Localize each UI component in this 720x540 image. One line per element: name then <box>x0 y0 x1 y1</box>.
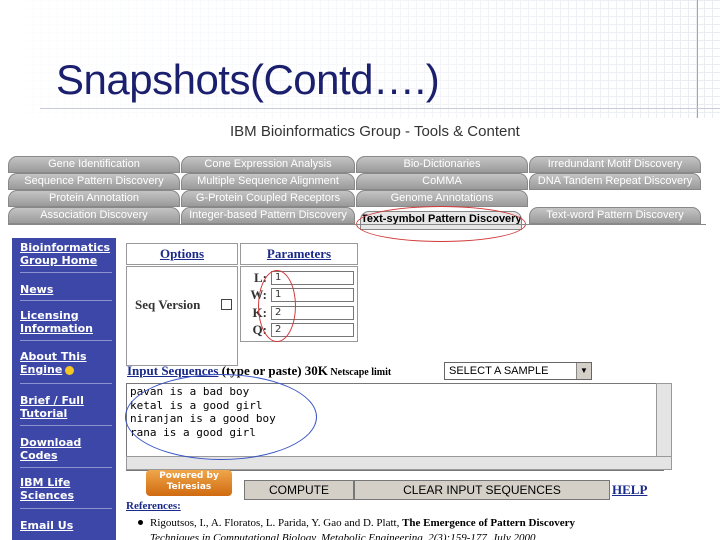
sidebar-item-bioinformatics-home[interactable]: Bioinformatics Group Home <box>20 241 114 267</box>
sidebar-divider <box>20 340 112 341</box>
tab-text-word-pattern-discovery[interactable]: Text-word Pattern Discovery <box>529 207 701 224</box>
tab-cone-expression-analysis[interactable]: Cone Expression Analysis <box>181 156 355 173</box>
sidebar-divider <box>20 300 112 301</box>
tab-bar-divider <box>8 224 706 225</box>
tab-sequence-pattern-discovery[interactable]: Sequence Pattern Discovery <box>8 173 180 190</box>
sample-select[interactable]: SELECT A SAMPLE ▼ <box>444 362 592 380</box>
sidebar-divider <box>20 508 112 509</box>
lamp-icon <box>65 365 75 375</box>
sample-select-value: SELECT A SAMPLE <box>449 365 549 377</box>
chevron-down-icon[interactable]: ▼ <box>576 363 591 379</box>
page-header: IBM Bioinformatics Group - Tools & Conte… <box>230 123 520 140</box>
sidebar-divider <box>20 383 112 384</box>
tab-g-protein-coupled-receptors[interactable]: G-Protein Coupled Receptors <box>181 190 355 207</box>
seq-version-label: Seq Version <box>135 297 201 312</box>
sidebar-item-about-engine[interactable]: About This Engine <box>20 350 100 376</box>
tab-association-discovery[interactable]: Association Discovery <box>8 207 180 224</box>
slide-title: Snapshots(Contd….) <box>56 56 440 103</box>
sequences-highlight-circle <box>125 374 317 460</box>
parameters-highlight-circle <box>258 270 296 342</box>
tab-comma[interactable]: CoMMA <box>356 173 528 190</box>
sidebar-divider <box>20 425 112 426</box>
reference-authors: Rigoutsos, I., A. Floratos, L. Parida, Y… <box>150 517 400 529</box>
slide-corner-line <box>697 0 698 118</box>
sidebar-divider <box>20 467 112 468</box>
netscape-limit-note: Netscape limit <box>327 367 392 378</box>
tab-irredundant-motif-discovery[interactable]: Irredundant Motif Discovery <box>529 156 701 173</box>
reference-line2: Techniques in Computational Biology, Met… <box>150 532 536 540</box>
tab-integer-based-pattern-discovery[interactable]: Integer-based Pattern Discovery <box>181 207 355 224</box>
help-link[interactable]: HELP <box>612 482 647 498</box>
seq-version-checkbox[interactable] <box>221 299 232 310</box>
sidebar-item-download-codes[interactable]: Download Codes <box>20 436 90 462</box>
sidebar-item-tutorial[interactable]: Brief / Full Tutorial <box>20 394 90 420</box>
sidebar-item-licensing[interactable]: Licensing Information <box>20 309 100 335</box>
tab-dna-tandem-repeat-discovery[interactable]: DNA Tandem Repeat Discovery <box>529 173 701 190</box>
sidebar: Bioinformatics Group Home News Licensing… <box>12 238 116 540</box>
sidebar-item-news[interactable]: News <box>20 283 53 296</box>
slide-title-underline <box>40 108 720 109</box>
tab-bio-dictionaries[interactable]: Bio-Dictionaries <box>356 156 528 173</box>
tab-protein-annotation[interactable]: Protein Annotation <box>8 190 180 207</box>
references-label: References: <box>126 500 181 512</box>
parameters-header: Parameters <box>240 243 358 265</box>
reference-title: The Emergence of Pattern Discovery <box>402 517 575 529</box>
tab-gene-identification[interactable]: Gene Identification <box>8 156 180 173</box>
screenshot-area: IBM Bioinformatics Group - Tools & Conte… <box>0 118 720 540</box>
compute-button[interactable]: COMPUTE <box>244 480 354 500</box>
tab-multiple-sequence-alignment[interactable]: Multiple Sequence Alignment <box>181 173 355 190</box>
powered-by-teiresias-logo[interactable]: Powered by Teiresias <box>146 470 232 496</box>
tab-genome-annotations[interactable]: Genome Annotations <box>356 190 528 207</box>
sidebar-item-email-us[interactable]: Email Us <box>20 519 73 532</box>
reference-text: Rigoutsos, I., A. Floratos, L. Parida, Y… <box>150 516 710 540</box>
options-header: Options <box>126 243 238 265</box>
sidebar-item-about-engine-label: About This Engine <box>20 350 87 376</box>
clear-input-button[interactable]: CLEAR INPUT SEQUENCES <box>354 480 610 500</box>
options-panel: Seq Version <box>126 266 238 366</box>
sidebar-item-ibm-life-sciences[interactable]: IBM Life Sciences <box>20 476 114 502</box>
reference-bullet <box>138 520 143 525</box>
sidebar-divider <box>20 272 112 273</box>
